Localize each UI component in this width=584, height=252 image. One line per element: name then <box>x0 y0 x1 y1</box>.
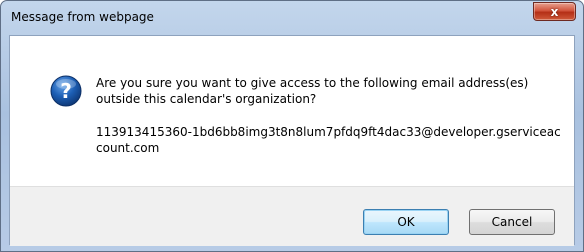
title-bar[interactable]: Message from webpage x <box>1 1 583 35</box>
close-icon: x <box>550 4 559 19</box>
question-icon: ? <box>50 75 82 107</box>
cancel-button[interactable]: Cancel <box>469 209 555 235</box>
window-title: Message from webpage <box>11 10 154 24</box>
email-address: 113913415360-1bd6bb8img3t8n8lum7pfdq9ft4… <box>96 125 561 155</box>
dialog-body: ? Are you sure you want to give access t… <box>9 35 575 246</box>
confirmation-message: Are you sure you want to give access to … <box>96 76 529 106</box>
message-area: ? Are you sure you want to give access t… <box>10 36 574 186</box>
svg-text:?: ? <box>60 79 72 103</box>
button-bar: OK Cancel <box>10 186 574 246</box>
ok-button[interactable]: OK <box>363 209 449 235</box>
dialog-window: Message from webpage x ? Are you sure yo… <box>0 0 584 252</box>
close-button[interactable]: x <box>533 2 576 21</box>
